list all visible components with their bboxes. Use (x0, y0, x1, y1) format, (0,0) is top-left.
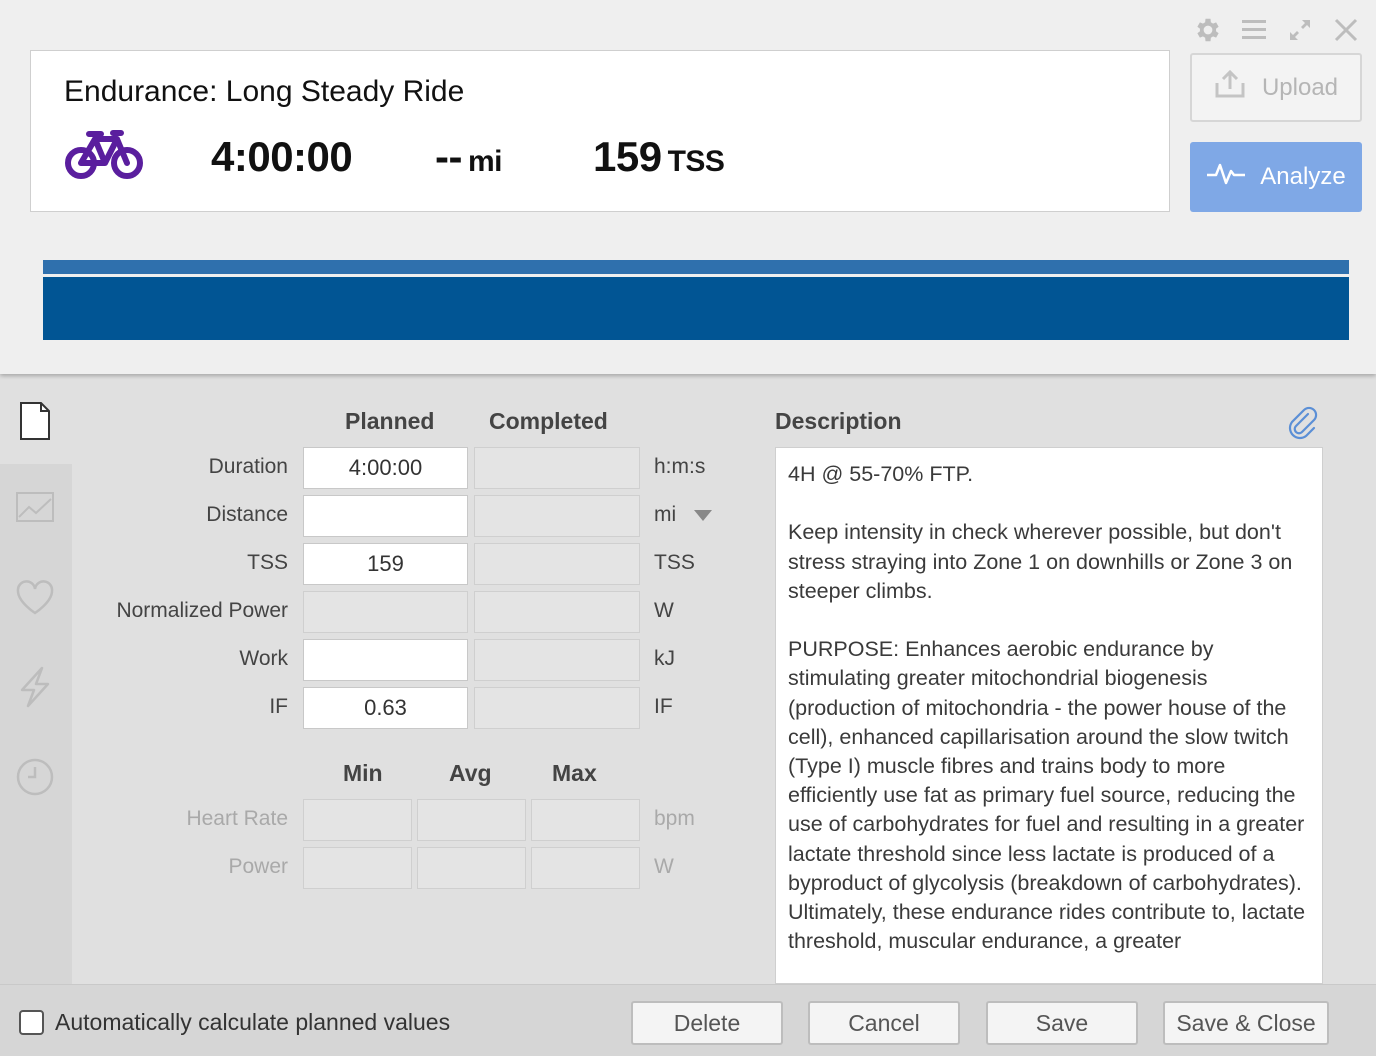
chevron-down-icon[interactable] (694, 510, 712, 521)
duration-completed-input[interactable] (474, 447, 640, 489)
window-controls (1192, 14, 1362, 46)
row-label-tss: TSS (247, 551, 288, 574)
if-completed-input[interactable] (474, 687, 640, 729)
col-avg: Avg (449, 760, 492, 786)
tss-planned-input[interactable]: 159 (303, 543, 468, 585)
unit-if: IF (654, 695, 673, 718)
power-avg-input[interactable] (417, 847, 526, 889)
row-label-heart-rate: Heart Rate (186, 807, 288, 830)
workout-structure-bar-top (43, 260, 1349, 274)
gear-icon[interactable] (1192, 14, 1224, 46)
pulse-icon (1206, 161, 1246, 194)
col-max: Max (552, 760, 597, 786)
power-min-input[interactable] (303, 847, 412, 889)
description-textarea[interactable]: 4H @ 55-70% FTP. Keep intensity in check… (775, 447, 1323, 984)
chart-icon[interactable] (14, 486, 56, 528)
workout-title: Endurance: Long Steady Ride (64, 75, 465, 108)
row-label-duration: Duration (208, 455, 288, 478)
hr-max-input[interactable] (531, 799, 640, 841)
distance-unit-select[interactable]: mi (654, 503, 676, 527)
unit-work: kJ (654, 647, 675, 670)
save-button[interactable]: Save (986, 1001, 1138, 1045)
workout-header: Endurance: Long Steady Ride 4:00:00 -- mi… (0, 0, 1376, 374)
col-min: Min (343, 760, 383, 786)
unit-power: W (654, 855, 674, 878)
menu-icon[interactable] (1238, 14, 1270, 46)
analyze-label: Analyze (1260, 163, 1346, 190)
upload-button[interactable]: Upload (1190, 53, 1362, 122)
row-label-power: Power (228, 855, 288, 878)
duration-planned-input[interactable]: 4:00:00 (303, 447, 468, 489)
upload-label: Upload (1261, 73, 1339, 101)
distance-metric: -- mi (435, 133, 503, 180)
close-icon[interactable] (1330, 14, 1362, 46)
paperclip-icon[interactable] (1286, 404, 1318, 440)
auto-calc-checkbox[interactable] (19, 1010, 44, 1035)
distance-completed-input[interactable] (474, 495, 640, 537)
tss-metric: 159 TSS (593, 133, 725, 180)
unit-tss: TSS (654, 551, 695, 574)
work-planned-input[interactable] (303, 639, 468, 681)
clock-icon[interactable] (14, 756, 56, 798)
description-heading: Description (775, 408, 902, 434)
cancel-button[interactable]: Cancel (808, 1001, 960, 1045)
power-max-input[interactable] (531, 847, 640, 889)
bike-icon (65, 129, 143, 181)
if-planned-input[interactable]: 0.63 (303, 687, 468, 729)
document-icon[interactable] (14, 400, 56, 442)
row-label-distance: Distance (206, 503, 288, 526)
hr-avg-input[interactable] (417, 799, 526, 841)
row-label-normalized-power: Normalized Power (116, 599, 288, 622)
np-completed-input[interactable] (474, 591, 640, 633)
delete-button[interactable]: Delete (631, 1001, 783, 1045)
upload-icon (1214, 69, 1246, 106)
distance-planned-input[interactable] (303, 495, 468, 537)
unit-duration: h:m:s (654, 455, 706, 478)
tss-completed-input[interactable] (474, 543, 640, 585)
np-planned-input[interactable] (303, 591, 468, 633)
col-completed: Completed (489, 408, 608, 434)
heart-icon[interactable] (14, 577, 56, 619)
analyze-button[interactable]: Analyze (1190, 142, 1362, 212)
row-label-work: Work (239, 647, 288, 670)
unit-heart-rate: bpm (654, 807, 695, 830)
col-planned: Planned (345, 408, 435, 434)
auto-calc-label: Automatically calculate planned values (55, 1009, 451, 1035)
row-label-if: IF (269, 695, 288, 718)
save-close-button[interactable]: Save & Close (1163, 1001, 1329, 1045)
work-completed-input[interactable] (474, 639, 640, 681)
sidebar (0, 374, 72, 984)
unit-np: W (654, 599, 674, 622)
lightning-icon[interactable] (14, 666, 56, 708)
duration-metric: 4:00:00 (211, 133, 353, 180)
expand-icon[interactable] (1284, 14, 1316, 46)
hr-min-input[interactable] (303, 799, 412, 841)
workout-structure-bar (43, 277, 1349, 340)
workout-summary-card: Endurance: Long Steady Ride 4:00:00 -- mi… (30, 50, 1170, 212)
